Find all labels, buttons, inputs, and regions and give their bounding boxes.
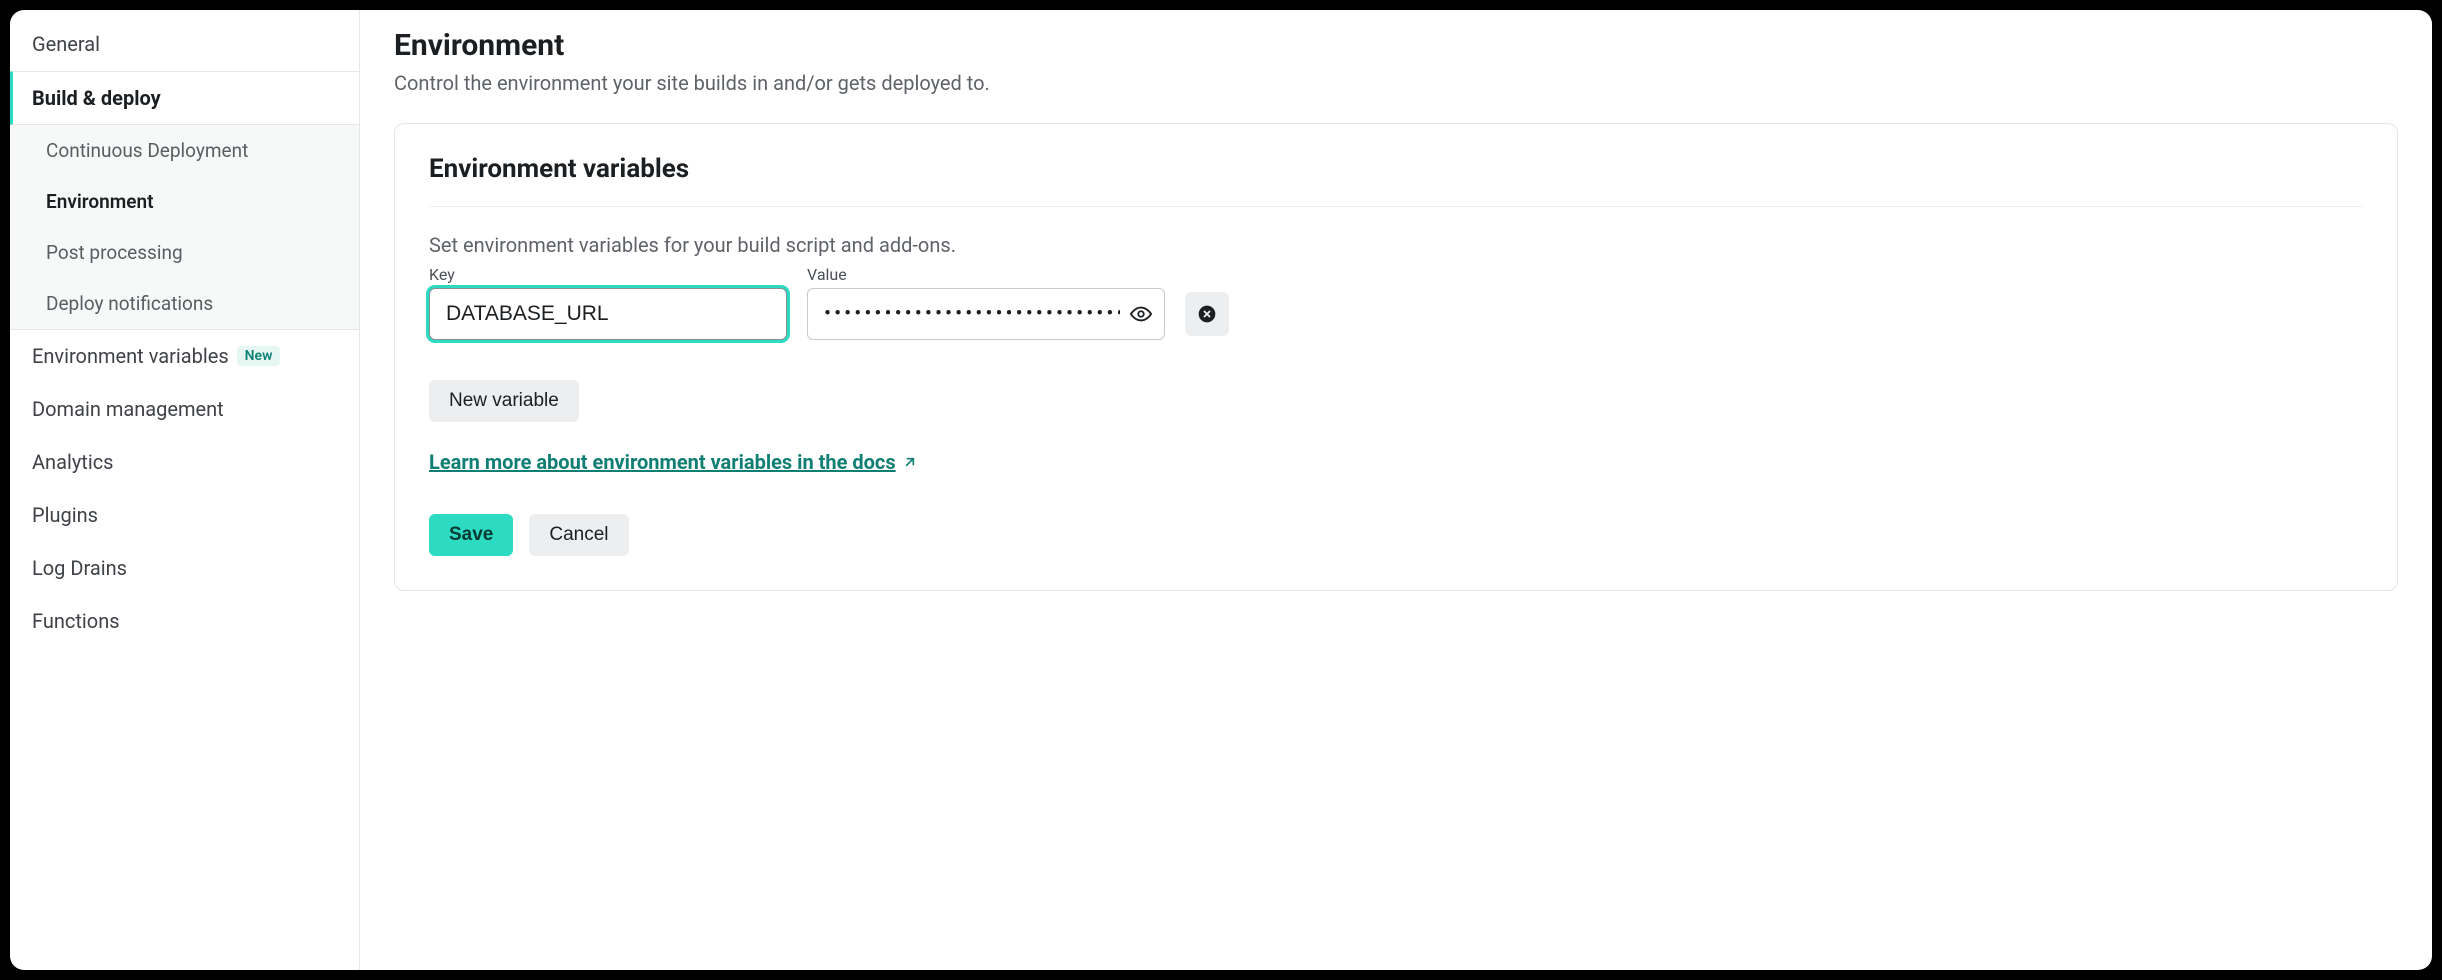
sidebar-item-domain-management[interactable]: Domain management [10,383,359,436]
new-badge: New [237,346,281,366]
card-actions: Save Cancel [429,514,2363,556]
page-title: Environment [394,28,2398,63]
sidebar-item-build-deploy[interactable]: Build & deploy [10,71,359,125]
sidebar-item-label: Environment variables [32,344,229,368]
eye-icon [1130,303,1152,325]
app-frame: General Build & deploy Continuous Deploy… [10,10,2432,970]
value-field: Value [807,265,1165,340]
reveal-value-button[interactable] [1125,298,1157,330]
sidebar-subgroup-build-deploy: Continuous Deployment Environment Post p… [10,125,359,330]
env-variables-card: Environment variables Set environment va… [394,123,2398,591]
variable-row: Key Value [429,265,2363,340]
sidebar-item-log-drains[interactable]: Log Drains [10,542,359,595]
sidebar-item-functions[interactable]: Functions [10,595,359,648]
sidebar-subitem-post-processing[interactable]: Post processing [10,227,359,278]
external-link-icon [902,454,918,470]
sidebar-subitem-deploy-notifications[interactable]: Deploy notifications [10,278,359,329]
main-content: Environment Control the environment your… [360,10,2432,970]
sidebar-item-plugins[interactable]: Plugins [10,489,359,542]
sidebar-item-analytics[interactable]: Analytics [10,436,359,489]
save-button[interactable]: Save [429,514,513,556]
remove-variable-button[interactable] [1185,292,1229,336]
docs-link[interactable]: Learn more about environment variables i… [429,450,918,474]
docs-link-text: Learn more about environment variables i… [429,450,896,474]
card-title: Environment variables [429,154,2363,207]
value-label: Value [807,265,1165,284]
sidebar-subitem-environment[interactable]: Environment [10,176,359,227]
key-input[interactable] [429,288,787,340]
page-subtitle: Control the environment your site builds… [394,71,2398,95]
sidebar-subitem-continuous-deployment[interactable]: Continuous Deployment [10,125,359,176]
close-circle-icon [1197,304,1217,324]
cancel-button[interactable]: Cancel [529,514,628,556]
settings-sidebar: General Build & deploy Continuous Deploy… [10,10,360,970]
sidebar-item-general[interactable]: General [10,18,359,71]
card-description: Set environment variables for your build… [429,233,2363,257]
sidebar-item-environment-variables[interactable]: Environment variables New [10,330,359,383]
new-variable-button[interactable]: New variable [429,380,579,422]
value-input-wrap [807,288,1165,340]
key-field: Key [429,265,787,340]
key-label: Key [429,265,787,284]
value-input[interactable] [807,288,1165,340]
